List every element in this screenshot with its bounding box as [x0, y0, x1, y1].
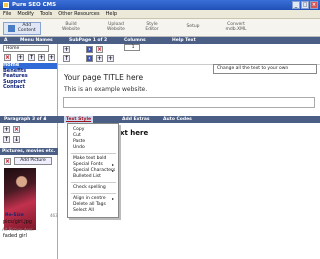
add-page-icon[interactable]: + [48, 54, 55, 61]
upload-website-button[interactable]: Upload Website [100, 22, 132, 35]
resize-link[interactable]: Re-Size [5, 213, 24, 218]
paragraph-up-icon[interactable]: ↑ [3, 136, 10, 143]
pictures-bar: Pictures, movies etc. [0, 148, 58, 155]
tab-text-style[interactable]: Text Style [64, 116, 94, 123]
delete-paragraph-icon[interactable]: × [13, 126, 20, 133]
menu-item-select-all[interactable]: Select All [73, 208, 94, 214]
subpage-add2-icon[interactable]: + [96, 55, 103, 62]
window-title: Pure SEO CMS [12, 2, 57, 8]
menu-other-resources[interactable]: Other Resources [58, 11, 99, 17]
help-text-header: Help Text [172, 38, 196, 43]
paragraph-text[interactable]: This is an example website. [64, 86, 147, 93]
tab-add-extras[interactable]: Add Extras [122, 117, 150, 122]
paragraph-header-bar: Paragraph 3 of 4 ▸ Text Style Add Extras… [0, 116, 320, 123]
columns-input[interactable]: 1 [124, 44, 140, 51]
add-paragraph-icon[interactable]: + [3, 126, 10, 133]
section-header-bar: A Menu Names SubPage 1 of 2 Columns Help… [0, 37, 320, 44]
move-up-icon[interactable]: ↑ [28, 54, 35, 61]
submenu-arrow-icon: ▸ [111, 196, 114, 201]
picture-file[interactable]: pics/girl.jpg [3, 219, 32, 225]
menu-separator [71, 153, 116, 154]
prev-subpage-icon[interactable]: ‹ [86, 55, 93, 62]
menu-name-input[interactable]: Home [3, 45, 49, 52]
title-bar: Pure SEO CMS _ □ × [0, 0, 320, 10]
add-content-icon [8, 24, 16, 32]
submenu-arrow-icon: ▸ [111, 168, 114, 173]
picture-dims: 463 [50, 213, 58, 218]
menu-separator [71, 182, 116, 183]
paragraph-counter: Paragraph 3 of 4 [4, 117, 47, 122]
page-title-text[interactable]: Your page TITLE here [64, 73, 143, 82]
subpage-controls: + › × ↑ ‹ + + 1 [58, 44, 140, 64]
subpage-add3-icon[interactable]: + [107, 55, 114, 62]
subpage-header: SubPage 1 of 2 [69, 38, 108, 43]
app-icon [3, 2, 9, 8]
delete-menu-icon[interactable]: × [4, 54, 11, 61]
close-button[interactable]: × [310, 1, 318, 9]
submenu-arrow-icon: ▸ [111, 162, 114, 167]
build-website-button[interactable]: Build Website [55, 22, 87, 35]
para-nav-icon[interactable]: ▸ [44, 117, 46, 122]
add-subpage-icon[interactable]: + [63, 46, 70, 53]
page-list: Home Benefits Features Support Contact [3, 62, 57, 91]
page-item[interactable]: Contact [3, 85, 57, 91]
alt-hint: Alt Picture desc. [2, 227, 35, 232]
menu-bar: File Modify Tools Other Resources Help [0, 10, 320, 19]
add-picture-button[interactable]: Add Picture [14, 157, 52, 165]
alt-text[interactable]: faded girl [3, 233, 27, 239]
menu-names-panel: Home × + ↑ + + Home Benefits Features Su… [0, 44, 58, 116]
menu-tools[interactable]: Tools [40, 11, 52, 17]
menu-modify[interactable]: Modify [17, 11, 34, 17]
menu-separator [71, 193, 116, 194]
menu-file[interactable]: File [3, 11, 11, 17]
add-content-button[interactable]: Add Content [3, 22, 41, 35]
maximize-button[interactable]: □ [301, 1, 309, 9]
next-subpage-icon[interactable]: › [86, 46, 93, 53]
subpage-up-icon[interactable]: ↑ [63, 55, 70, 62]
minimize-button[interactable]: _ [292, 1, 300, 9]
menu-item-undo[interactable]: Undo [73, 145, 85, 151]
menu-item-check-spelling[interactable]: Check spelling [73, 185, 106, 191]
paragraph-input[interactable] [63, 97, 315, 108]
menu-item-bulleted-list[interactable]: Bulleted List [73, 174, 101, 180]
paragraph-down-icon[interactable]: ↓ [13, 136, 20, 143]
menu-names-header: Menu Names [20, 38, 53, 43]
header-a: A [4, 38, 8, 43]
delete-subpage-icon[interactable]: × [96, 46, 103, 53]
editor-heading-text[interactable]: xt here [120, 129, 148, 137]
context-menu: Copy Cut Paste Undo Make text bold Speci… [67, 123, 119, 218]
setup-button[interactable]: Setup [182, 22, 204, 35]
style-editor-button[interactable]: Style Editor [138, 22, 166, 35]
add-menu-icon[interactable]: + [17, 54, 24, 61]
menu-help[interactable]: Help [106, 11, 117, 17]
columns-header: Columns [124, 38, 146, 43]
add-submenu-icon[interactable]: + [38, 54, 45, 61]
delete-picture-icon[interactable]: × [4, 158, 11, 165]
tab-auto-codes[interactable]: Auto Codes [163, 117, 192, 122]
toolbar: Add Content Build Website Upload Website… [0, 19, 320, 37]
help-text-box: Change all the text to your own [213, 64, 317, 74]
convert-xml-button[interactable]: Convert mdb.XML [220, 22, 252, 35]
paragraph-panel: + × ↑ ↓ Pictures, movies etc. × Add Pict… [0, 123, 58, 259]
